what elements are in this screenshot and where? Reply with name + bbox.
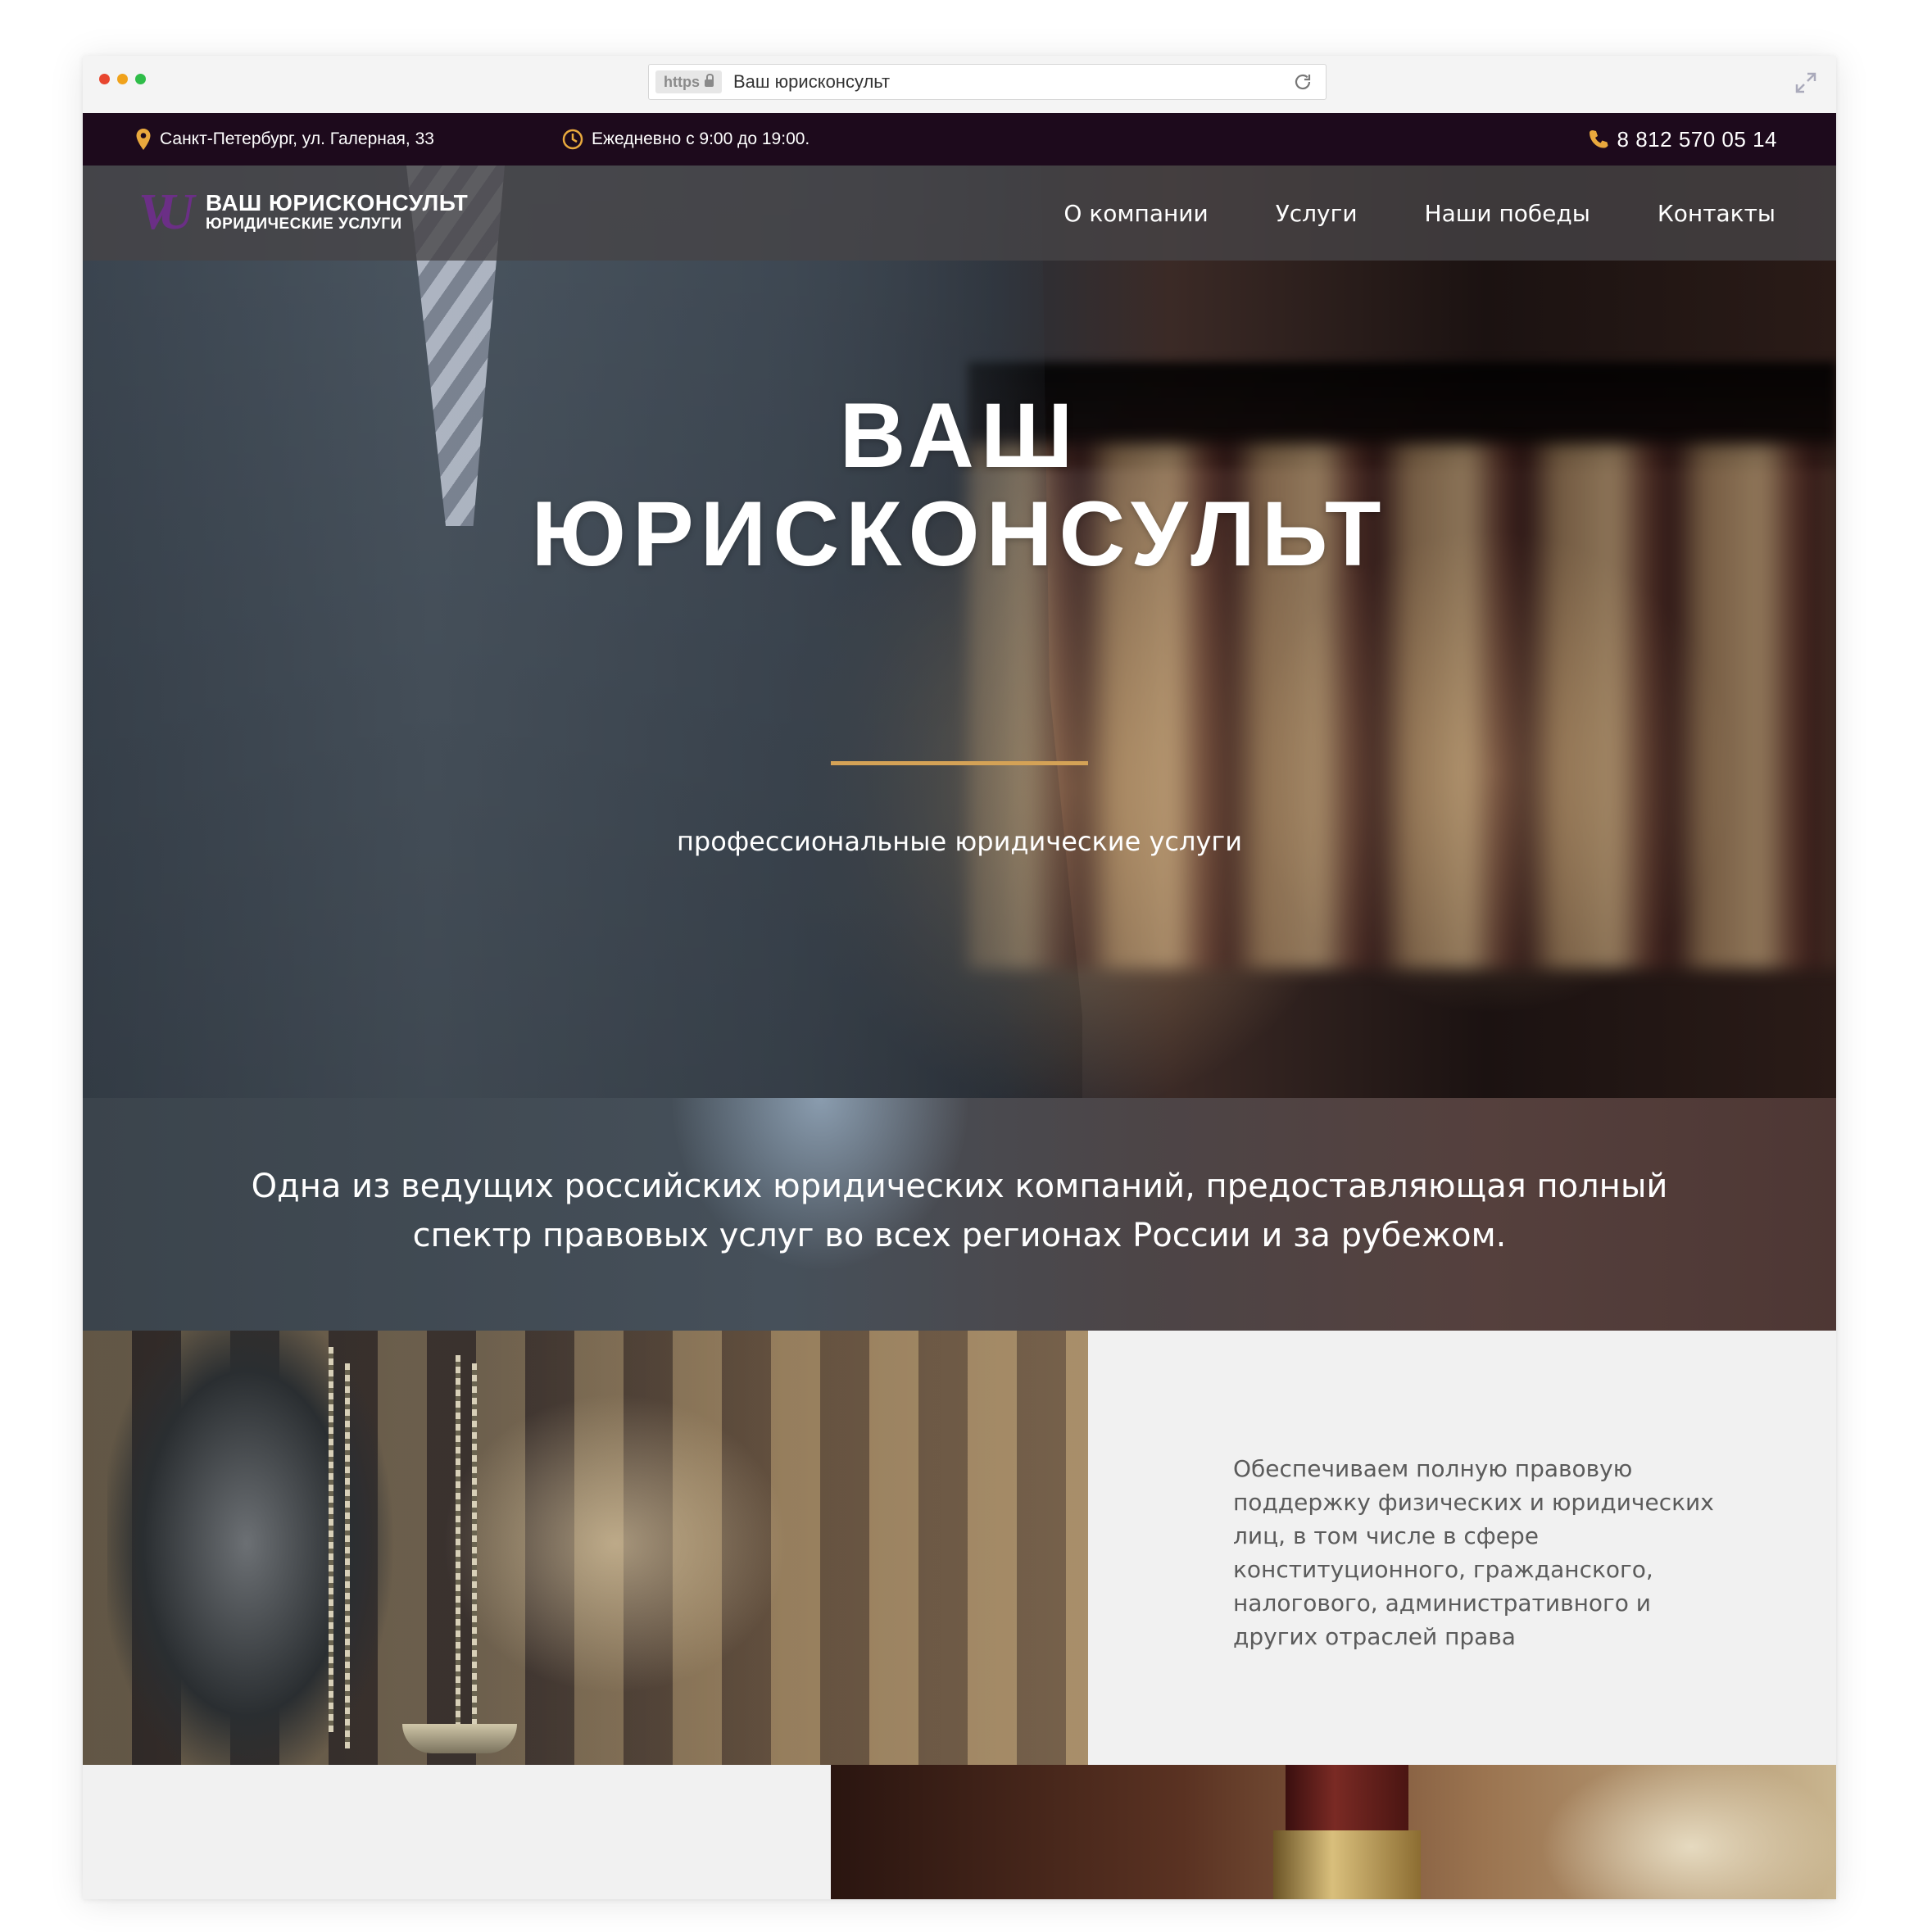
bottom-blank-panel (83, 1765, 831, 1899)
logo-mark: VU (138, 184, 194, 240)
hours-info: Ежедневно с 9:00 до 19:00. (562, 113, 810, 166)
gavel-band (1273, 1830, 1421, 1899)
reload-icon[interactable] (1293, 72, 1313, 92)
window-controls (99, 74, 146, 84)
services-description: Обеспечиваем полную правовую поддержку ф… (1088, 1331, 1836, 1765)
nav-item-services[interactable]: Услуги (1276, 200, 1358, 227)
expand-icon[interactable] (1794, 70, 1818, 95)
intro-text: Одна из ведущих российских юридических к… (251, 1168, 1668, 1254)
phone-icon (1589, 130, 1608, 148)
nav-item-wins[interactable]: Наши победы (1425, 200, 1590, 227)
hero-subtitle: профессиональные юридические услуги (677, 826, 1242, 857)
address-info: Санкт-Петербург, ул. Галерная, 33 (135, 113, 434, 166)
phone-number[interactable]: 8 812 570 05 14 (1617, 127, 1777, 152)
lawyer-suit-image (83, 166, 1082, 1098)
browser-chrome: https Ваш юрисконсульт (83, 56, 1836, 114)
gavel-image (831, 1765, 1836, 1899)
url-scheme-badge: https (655, 70, 722, 93)
nav-item-about[interactable]: О компании (1064, 200, 1208, 227)
hero-section: VU ВАШ ЮРИСКОНСУЛЬТ ЮРИДИЧЕСКИЕ УСЛУГИ О… (83, 166, 1836, 1098)
themis-statue (107, 1331, 451, 1765)
logo-title: ВАШ ЮРИСКОНСУЛЬТ (206, 190, 469, 215)
scale-chain (472, 1363, 477, 1748)
contact-bar: Санкт-Петербург, ул. Галерная, 33 Ежедне… (83, 113, 1836, 166)
lock-icon (705, 74, 714, 87)
map-pin-icon (136, 129, 151, 150)
browser-window: https Ваш юрисконсульт Санкт-Петербург, … (83, 56, 1836, 1899)
scale-chain (345, 1363, 350, 1748)
hero-divider (831, 761, 1088, 765)
clock-icon (562, 129, 583, 150)
hero-title: ВАШ ЮРИСКОНСУЛЬТ (83, 387, 1836, 583)
nav-item-contacts[interactable]: Контакты (1658, 200, 1776, 227)
hero-title-line1: ВАШ (839, 384, 1080, 487)
site-logo[interactable]: VU ВАШ ЮРИСКОНСУЛЬТ ЮРИДИЧЕСКИЕ УСЛУГИ (138, 184, 468, 241)
scale-pan (402, 1724, 517, 1753)
page-title-in-address-bar: Ваш юрисконсульт (733, 71, 891, 92)
scale-chain (456, 1355, 460, 1740)
logo-subtitle: ЮРИДИЧЕСКИЕ УСЛУГИ (206, 215, 402, 233)
url-scheme: https (664, 74, 700, 90)
main-nav: О компании Услуги Наши победы Контакты (1064, 166, 1776, 261)
hours-text: Ежедневно с 9:00 до 19:00. (592, 129, 810, 148)
hero-title-line2: ЮРИСКОНСУЛЬТ (531, 483, 1388, 585)
services-text: Обеспечиваем полную правовую поддержку ф… (1233, 1455, 1714, 1650)
address-bar[interactable]: https Ваш юрисконсульт (648, 64, 1327, 100)
minimize-window-button[interactable] (117, 74, 128, 84)
phone-info[interactable]: 8 812 570 05 14 (1588, 113, 1777, 166)
close-window-button[interactable] (99, 74, 110, 84)
site-header: VU ВАШ ЮРИСКОНСУЛЬТ ЮРИДИЧЕСКИЕ УСЛУГИ О… (83, 166, 1836, 261)
address-text: Санкт-Петербург, ул. Галерная, 33 (160, 129, 434, 148)
scale-chain (329, 1347, 333, 1732)
scales-of-justice-image (83, 1331, 1088, 1765)
logo-text: ВАШ ЮРИСКОНСУЛЬТ ЮРИДИЧЕСКИЕ УСЛУГИ (206, 191, 468, 234)
maximize-window-button[interactable] (135, 74, 146, 84)
intro-section: Одна из ведущих российских юридических к… (83, 1098, 1836, 1331)
